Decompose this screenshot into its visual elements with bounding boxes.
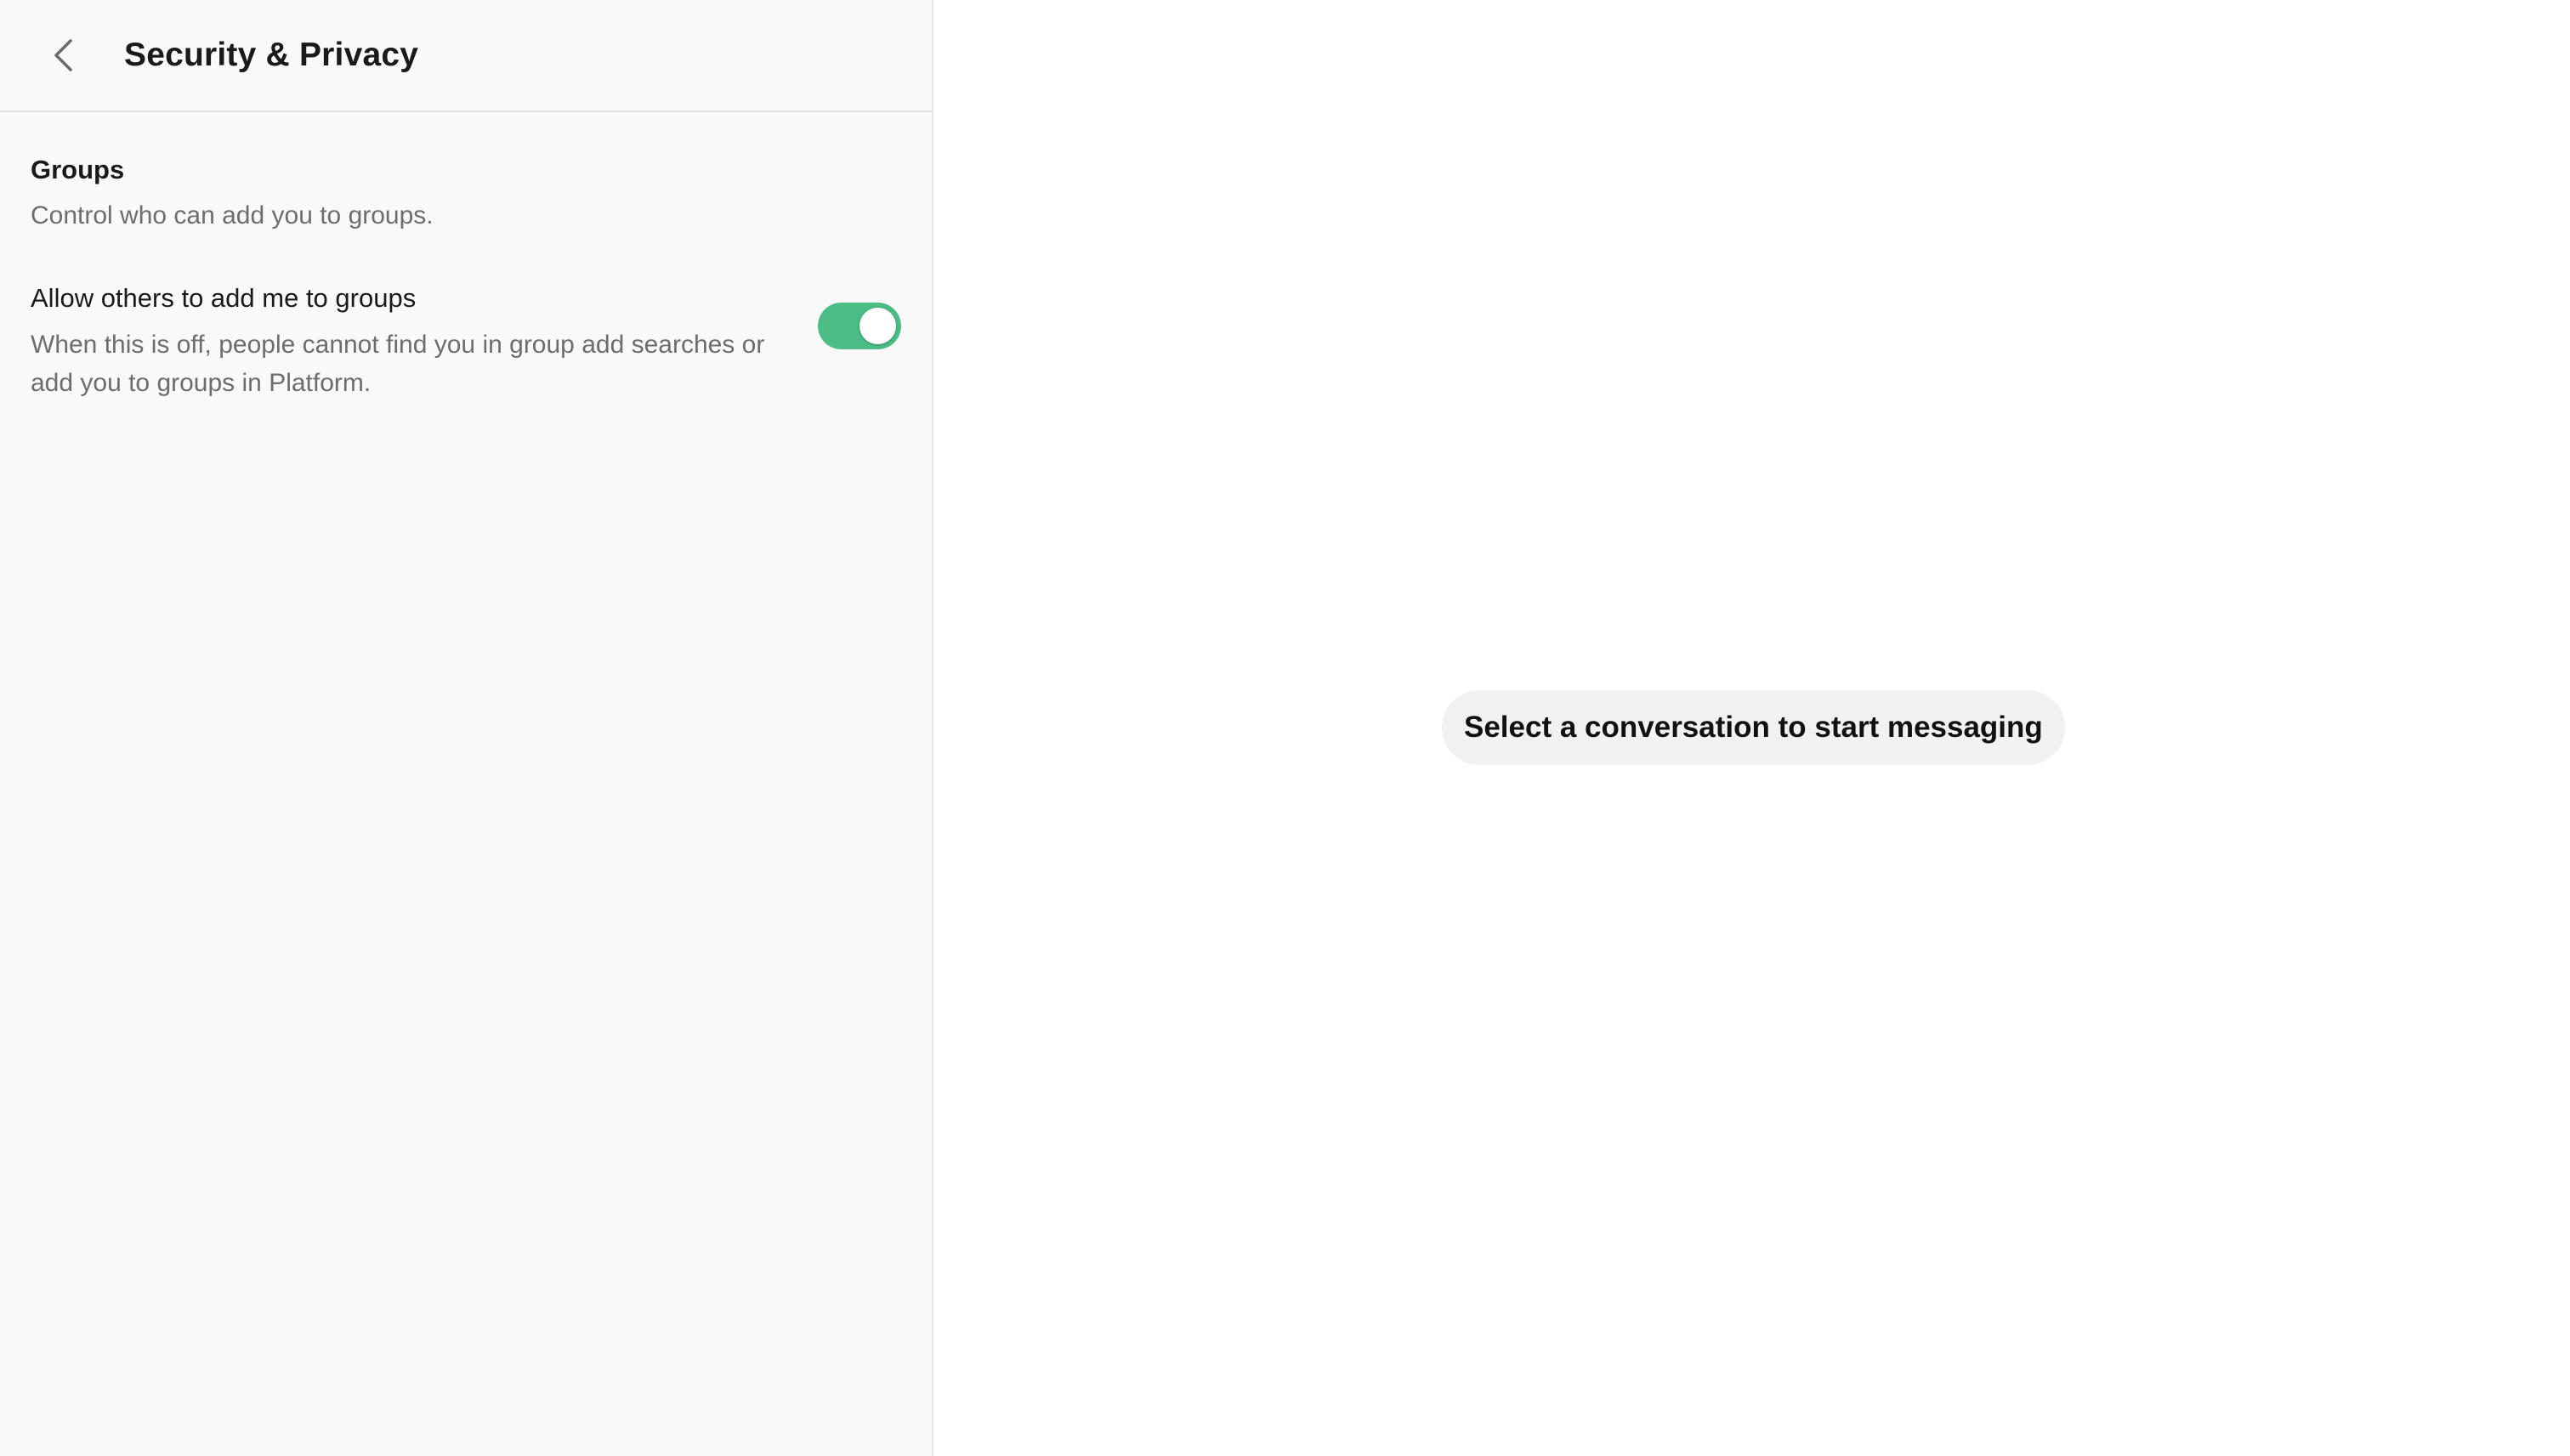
back-button[interactable] [44, 37, 82, 74]
page-title: Security & Privacy [124, 37, 419, 73]
allow-add-to-groups-toggle[interactable] [818, 303, 901, 349]
conversation-area: Select a conversation to start messaging [933, 0, 2570, 1456]
setting-label: Allow others to add me to groups [31, 283, 417, 313]
groups-section-description: Control who can add you to groups. [31, 201, 434, 229]
chevron-left-icon [54, 39, 72, 71]
setting-description: When this is off, people cannot find you… [31, 331, 765, 397]
allow-add-to-groups-setting: Allow others to add me to groups When th… [31, 283, 901, 402]
settings-header: Security & Privacy [0, 0, 932, 112]
empty-state-message: Select a conversation to start messaging [1442, 690, 2065, 765]
toggle-knob [860, 308, 896, 344]
settings-panel: Security & Privacy Groups Control who ca… [0, 0, 933, 1456]
settings-body: Groups Control who can add you to groups… [0, 112, 932, 402]
app-window: Security & Privacy Groups Control who ca… [0, 0, 2570, 1456]
setting-text: Allow others to add me to groups When th… [31, 283, 796, 402]
groups-section-title: Groups [31, 155, 125, 184]
